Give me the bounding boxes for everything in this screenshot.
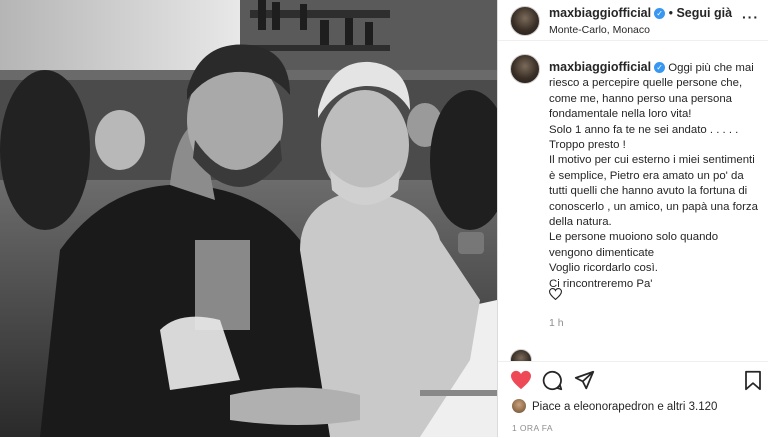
share-icon[interactable] bbox=[574, 370, 595, 396]
post-location[interactable]: Monte-Carlo, Monaco bbox=[549, 24, 650, 36]
likes-summary[interactable]: Piace a eleonorapedron e altri 3.120 bbox=[512, 399, 717, 413]
caption-text: maxbiaggiofficial ✓ Oggi più che mai ries… bbox=[549, 60, 761, 292]
heart-filled-icon[interactable] bbox=[510, 370, 532, 395]
caption-line: Voglio ricordarlo così. bbox=[549, 262, 658, 275]
verified-badge-icon: ✓ bbox=[654, 8, 666, 19]
caption-time: 1 h bbox=[549, 317, 564, 329]
post-sidebar: maxbiaggiofficial ✓ • Segui già Monte-Car… bbox=[497, 0, 768, 438]
caption-line: Ci rincontreremo Pa' bbox=[549, 277, 653, 290]
caption-username[interactable]: maxbiaggiofficial bbox=[549, 60, 651, 74]
comment-icon[interactable] bbox=[542, 370, 563, 396]
comment-peek bbox=[510, 349, 532, 361]
likes-text: Piace a eleonorapedron e altri 3.120 bbox=[532, 401, 718, 413]
verified-badge-icon: ✓ bbox=[654, 62, 666, 73]
header-user-line: maxbiaggiofficial ✓ • Segui già bbox=[549, 6, 732, 20]
commenter-avatar[interactable] bbox=[510, 349, 532, 361]
post-photo-image bbox=[0, 0, 497, 437]
header-separator: • bbox=[668, 6, 673, 20]
caption-line: Troppo presto ! bbox=[549, 139, 626, 152]
caption-line: Le persone muoiono solo quando vengono d… bbox=[549, 231, 719, 259]
more-options-icon[interactable]: ··· bbox=[742, 9, 759, 25]
post-photo[interactable] bbox=[0, 0, 497, 437]
caption-like-heart-icon[interactable] bbox=[548, 287, 563, 305]
caption-line: Il motivo per cui esterno i miei sentime… bbox=[549, 154, 758, 229]
action-bar: Piace a eleonorapedron e altri 3.120 1 O… bbox=[498, 361, 768, 438]
bookmark-icon[interactable] bbox=[744, 370, 762, 396]
following-button[interactable]: Segui già bbox=[676, 6, 732, 20]
caption-author-avatar[interactable] bbox=[510, 54, 540, 84]
caption-line: Solo 1 anno fa te ne sei andato . . . . … bbox=[549, 123, 739, 136]
author-avatar[interactable] bbox=[510, 6, 540, 36]
posted-ago: 1 ORA FA bbox=[512, 423, 553, 433]
author-username[interactable]: maxbiaggiofficial bbox=[549, 6, 651, 20]
liker-avatar bbox=[512, 399, 526, 413]
post-header: maxbiaggiofficial ✓ • Segui già Monte-Car… bbox=[498, 0, 768, 41]
